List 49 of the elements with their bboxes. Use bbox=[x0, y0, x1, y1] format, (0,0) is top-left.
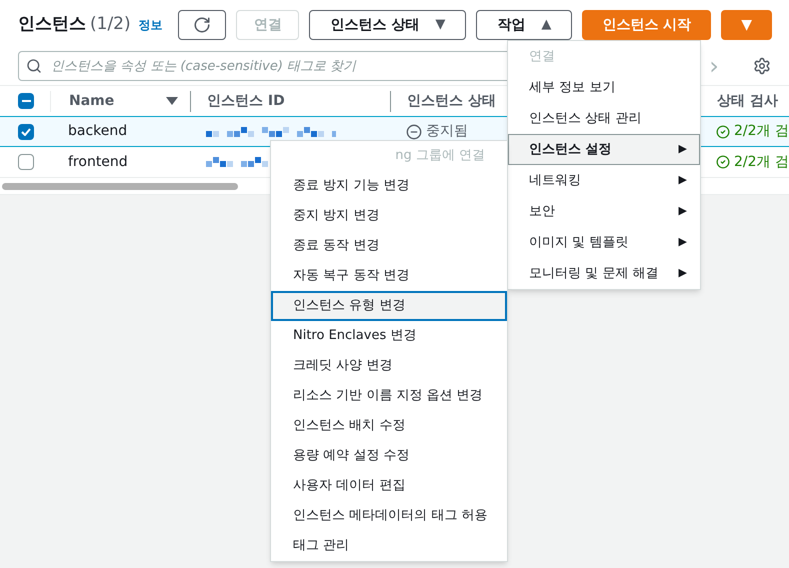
dropdown-button[interactable]: 인스턴스 상태 ▼ bbox=[309, 10, 466, 40]
dropdown-button[interactable]: 작업 ▲ bbox=[476, 10, 572, 40]
menu-item[interactable]: 용량 예약 설정 수정 bbox=[271, 441, 507, 471]
scrollbar-thumb[interactable] bbox=[2, 182, 238, 190]
search-icon bbox=[26, 58, 42, 74]
checkmark-icon bbox=[21, 128, 31, 136]
menu-item[interactable]: 크레딧 사양 변경 bbox=[271, 351, 507, 381]
menu-item[interactable]: 자동 복구 동작 변경 bbox=[271, 261, 507, 291]
submenu-arrow-icon: ▶ bbox=[678, 172, 687, 189]
column-header: 상태 검사 bbox=[717, 92, 778, 108]
menu-item[interactable]: 네트워킹 ▶ bbox=[508, 165, 700, 196]
menu-item[interactable]: 중지 방지 변경 bbox=[271, 201, 507, 231]
menu-item[interactable]: 이미지 및 템플릿 ▶ bbox=[508, 227, 700, 258]
column-header: 인스턴스 ID bbox=[207, 92, 285, 108]
menu-item[interactable]: 보안 ▶ bbox=[508, 196, 700, 227]
submenu-arrow-icon: ▶ bbox=[678, 234, 687, 251]
column-header: Name bbox=[69, 92, 114, 110]
row-checkbox[interactable] bbox=[18, 124, 34, 140]
refresh-button[interactable] bbox=[178, 10, 226, 40]
selection-count: (1/2) bbox=[90, 13, 131, 36]
menu-item[interactable]: 인스턴스 배치 수정 bbox=[271, 411, 507, 441]
menu-item[interactable]: 인스턴스 설정 ▶ bbox=[508, 134, 700, 165]
submenu-arrow-icon: ▶ bbox=[678, 265, 687, 282]
menu-item[interactable]: 태그 관리 bbox=[271, 531, 507, 561]
table-cell-text: frontend bbox=[67, 152, 129, 172]
submenu-arrow-icon: ▶ bbox=[678, 203, 687, 220]
menu-item[interactable]: 인스턴스 메타데이터의 태그 허용 bbox=[271, 501, 507, 531]
menu-item[interactable]: Nitro Enclaves 변경 bbox=[271, 321, 507, 351]
table-cell-text: backend bbox=[67, 122, 128, 141]
menu-item[interactable]: 사용자 데이터 편집 bbox=[271, 471, 507, 501]
menu-item[interactable]: 종료 방지 기능 변경 bbox=[271, 171, 507, 201]
table-cell-text: 2/2개 검 bbox=[734, 122, 789, 141]
refresh-icon bbox=[193, 16, 212, 34]
info-link[interactable]: 정보 bbox=[138, 16, 163, 34]
select-all-checkbox[interactable] bbox=[18, 93, 34, 109]
menu-item[interactable]: 모니터링 및 문제 해결 ▶ bbox=[508, 258, 700, 289]
menu-item[interactable]: 리소스 기반 이름 지정 옵션 변경 bbox=[271, 381, 507, 411]
check-passed-icon bbox=[716, 124, 730, 140]
settings-icon[interactable] bbox=[753, 57, 771, 75]
page-title: 인스턴스 bbox=[18, 13, 86, 36]
stopped-icon bbox=[406, 124, 422, 140]
column-header: 인스턴스 상태 bbox=[407, 92, 496, 108]
table-cell-text: 중지됨 bbox=[426, 122, 468, 141]
row-checkbox[interactable] bbox=[18, 154, 34, 170]
menu-item[interactable]: 종료 동작 변경 bbox=[271, 231, 507, 261]
menu-item[interactable]: 인스턴스 유형 변경 bbox=[271, 291, 507, 321]
check-passed-icon bbox=[716, 154, 730, 170]
table-cell-text: 2/2개 검 bbox=[734, 152, 789, 172]
filter-icon[interactable] bbox=[166, 97, 178, 105]
